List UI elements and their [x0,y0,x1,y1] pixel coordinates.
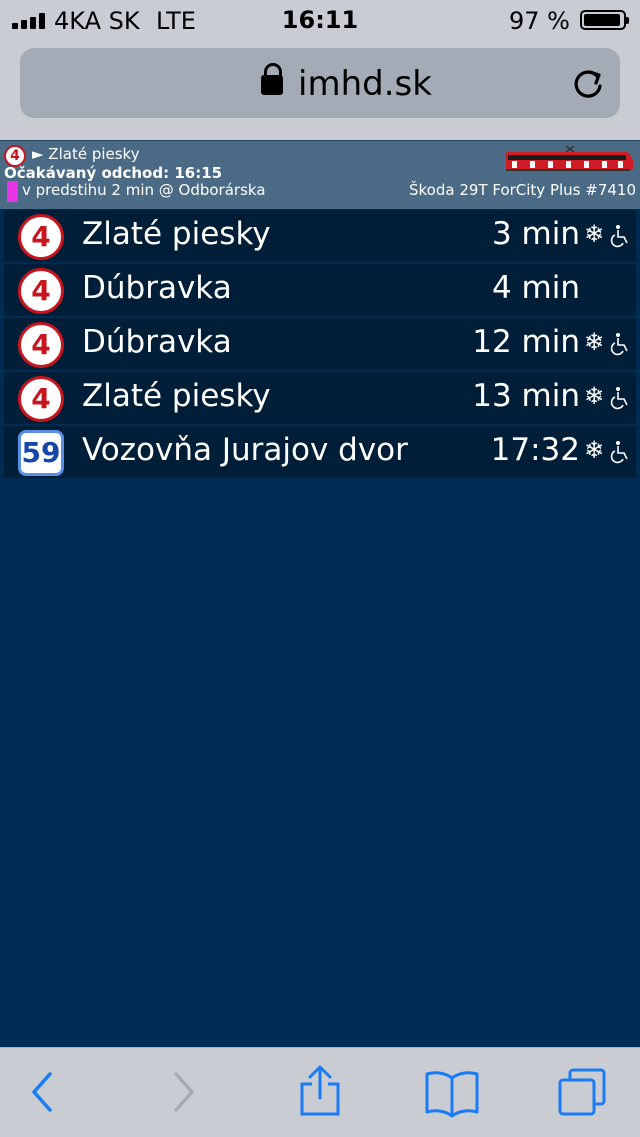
expected-departure: Očakávaný odchod: 16:15 [4,164,223,182]
browser-toolbar [0,1047,640,1137]
vehicle-name: Škoda 29T ForCity Plus #7410 [409,181,636,199]
status-marker [7,181,18,202]
lock-icon [261,63,283,95]
departure-row[interactable]: 4 Dúbravka 12 min ❄ [4,318,636,370]
departure-time: 17:32 [490,432,580,468]
destination: Zlaté piesky [82,378,271,414]
departure-row[interactable]: 4 Zlaté piesky 13 min ❄ [4,372,636,424]
wheelchair-icon [610,225,628,248]
share-icon[interactable] [298,1064,342,1118]
line-badge: 59 [18,430,64,476]
departure-row[interactable]: 4 Zlaté piesky 3 min ❄ [4,210,636,262]
line-badge: 4 [18,214,64,260]
line-badge: 4 [18,376,64,422]
forward-icon [174,1072,194,1112]
destination: Dúbravka [82,270,232,306]
destination: Zlaté piesky [82,216,271,252]
wheelchair-icon [610,333,628,356]
ahead-status: v predstihu 2 min @ Odborárska [22,181,266,199]
browser-address-area: imhd.sk [0,40,640,140]
wheelchair-icon [610,441,628,464]
destination: Dúbravka [82,324,232,360]
battery-percentage: 97 % [509,7,570,35]
departure-time: 13 min [472,378,580,414]
line-badge: 4 [18,322,64,368]
tabs-icon[interactable] [556,1066,608,1118]
departure-time: 4 min [491,270,580,306]
line-badge: 4 [18,268,64,314]
address-bar[interactable]: imhd.sk [20,48,620,118]
status-bar: 4KA SK LTE 16:11 97 % [0,0,640,40]
back-icon[interactable] [28,1070,58,1114]
tram-icon [506,145,633,171]
bookmarks-icon[interactable] [424,1068,480,1118]
battery-icon [580,10,629,30]
departure-row[interactable]: 4 Dúbravka 4 min [4,264,636,316]
air-conditioning-icon: ❄ [584,382,605,410]
departure-row[interactable]: 59 Vozovňa Jurajov dvor 17:32 ❄ [4,426,636,478]
departures-list: 4 Zlaté piesky 3 min ❄ 4 Dúbravka 4 min … [4,210,636,480]
air-conditioning-icon: ❄ [584,220,605,248]
departure-info-header: 4 ► Zlaté piesky Očakávaný odchod: 16:15… [0,140,640,209]
destination-label: ► Zlaté piesky [32,145,140,163]
air-conditioning-icon: ❄ [584,328,605,356]
departure-time: 12 min [472,324,580,360]
destination: Vozovňa Jurajov dvor [82,432,408,468]
wheelchair-icon [610,387,628,410]
air-conditioning-icon: ❄ [584,436,605,464]
departure-time: 3 min [491,216,580,252]
url-text[interactable]: imhd.sk [298,64,432,104]
reload-icon[interactable] [570,66,606,102]
